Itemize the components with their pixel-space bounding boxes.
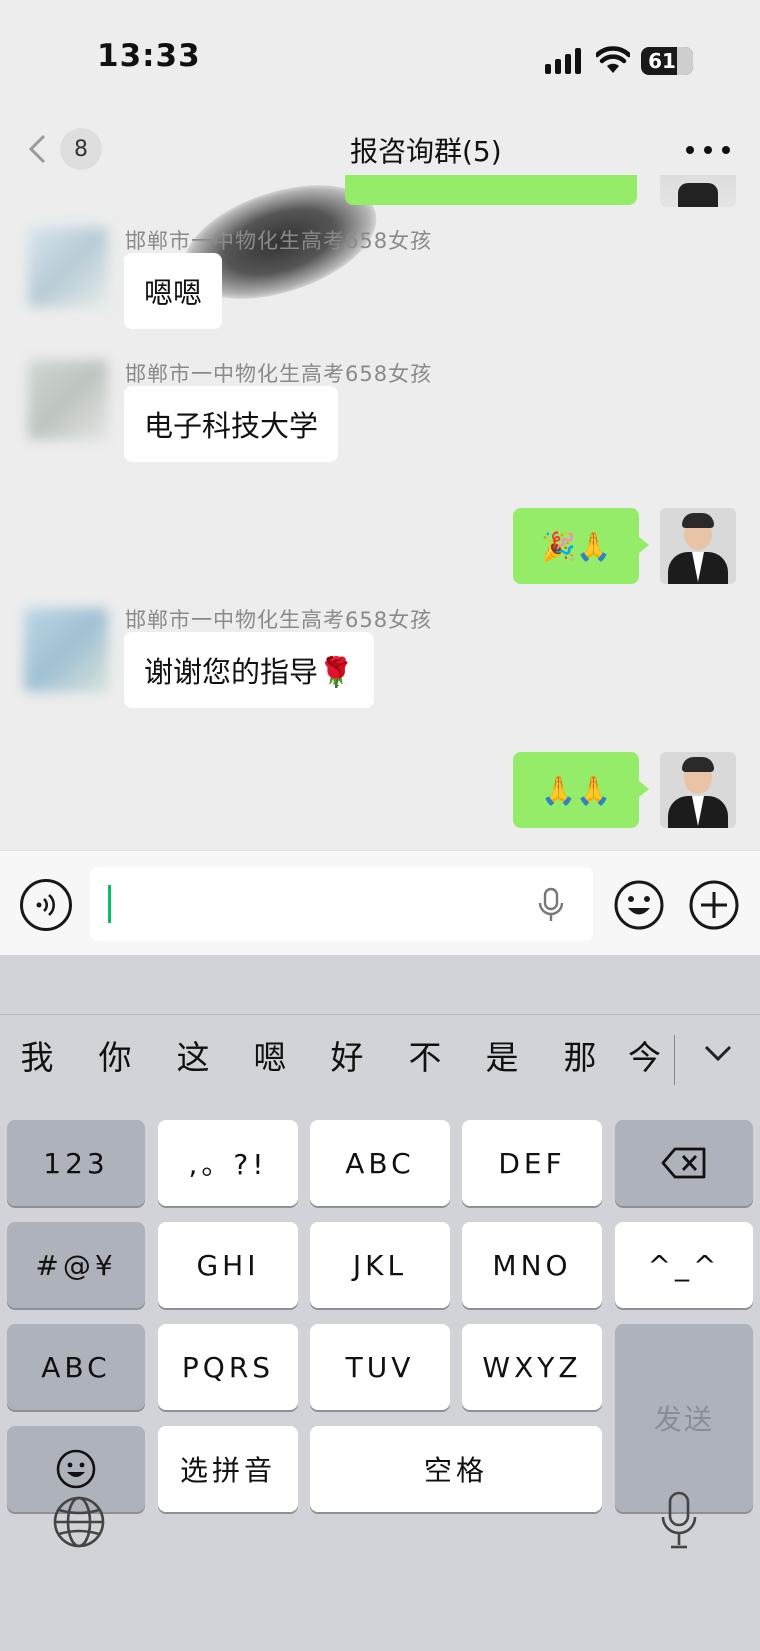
keyboard-toolbar	[0, 955, 760, 1015]
candidate-word[interactable]: 是	[473, 1015, 531, 1095]
more-dot	[704, 146, 712, 154]
key-123[interactable]: 123	[7, 1120, 145, 1206]
send-key[interactable]: 发送	[615, 1324, 753, 1512]
incoming-bubble[interactable]: 嗯嗯	[124, 253, 223, 329]
candidate-divider	[674, 1035, 675, 1085]
sender-name: 邯郸市一中物化生高考658女孩	[125, 229, 433, 253]
candidate-word[interactable]: 你	[86, 1015, 144, 1095]
more-functions-button[interactable]	[688, 879, 740, 931]
incoming-bubble[interactable]: 谢谢您的指导🌹	[124, 632, 375, 708]
sender-avatar[interactable]	[28, 227, 108, 307]
key-abc[interactable]: ABC	[310, 1120, 450, 1206]
text-caret	[108, 885, 111, 923]
key-mno[interactable]: MNO	[462, 1222, 602, 1308]
outgoing-bubble[interactable]: 🎉🙏	[513, 508, 649, 584]
more-dot	[686, 146, 694, 154]
message-list[interactable]: 邯郸市一中物化生高考658女孩 嗯嗯 邯郸市一中物化生高考658女孩 电子科技大…	[0, 175, 760, 850]
my-avatar[interactable]	[660, 175, 736, 207]
emoji-icon	[56, 1449, 96, 1489]
back-button[interactable]: 8	[28, 124, 108, 174]
key-symbols[interactable]: #@¥	[7, 1222, 145, 1308]
candidate-word[interactable]: 今	[628, 1015, 674, 1095]
chat-title: 报咨询群(5)	[350, 135, 502, 168]
sender-avatar[interactable]	[28, 360, 108, 440]
unread-badge: 8	[60, 128, 102, 170]
input-bar	[0, 850, 760, 955]
candidate-bar: 我 你 这 嗯 好 不 是 那 今	[0, 1015, 760, 1095]
key-wxyz[interactable]: WXYZ	[462, 1324, 602, 1410]
backspace-icon	[661, 1147, 706, 1179]
status-bar: 13:33 61	[0, 0, 760, 112]
keyboard: 我 你 这 嗯 好 不 是 那 今 123 ,。?! ABC DEF #@¥ G…	[0, 955, 760, 1651]
my-avatar[interactable]	[660, 508, 736, 584]
chevron-down-icon[interactable]	[696, 1031, 740, 1075]
key-jkl[interactable]: JKL	[310, 1222, 450, 1308]
key-ghi[interactable]: GHI	[158, 1222, 298, 1308]
key-tuv[interactable]: TUV	[310, 1324, 450, 1410]
battery-indicator: 61	[641, 47, 693, 75]
more-options-button[interactable]	[686, 132, 730, 168]
candidate-word[interactable]: 好	[318, 1015, 376, 1095]
voice-mode-button[interactable]	[20, 879, 72, 931]
candidate-word[interactable]: 这	[164, 1015, 222, 1095]
wifi-icon	[596, 46, 630, 73]
emoji-button[interactable]	[613, 879, 665, 931]
candidate-word[interactable]: 我	[8, 1015, 66, 1095]
candidate-word[interactable]: 那	[551, 1015, 609, 1095]
chevron-left-icon	[28, 134, 46, 164]
previous-outgoing-bubble[interactable]	[345, 175, 637, 205]
sender-name: 邯郸市一中物化生高考658女孩	[125, 608, 433, 632]
candidate-word[interactable]: 不	[396, 1015, 454, 1095]
candidate-word[interactable]: 嗯	[241, 1015, 299, 1095]
key-punctuation[interactable]: ,。?!	[158, 1120, 298, 1206]
dictation-microphone-icon[interactable]	[660, 1491, 698, 1551]
voice-wave-icon	[36, 894, 55, 916]
message-input[interactable]	[90, 867, 593, 941]
sender-name: 邯郸市一中物化生高考658女孩	[125, 362, 433, 386]
battery-level: 61	[648, 49, 676, 73]
my-avatar[interactable]	[660, 752, 736, 828]
globe-icon[interactable]	[52, 1495, 106, 1549]
key-select-pinyin[interactable]: 选拼音	[158, 1426, 298, 1512]
cellular-signal-icon	[545, 48, 581, 74]
microphone-icon[interactable]	[537, 887, 565, 923]
key-emoticon[interactable]: ^_^	[615, 1222, 753, 1308]
backspace-key[interactable]	[615, 1120, 753, 1206]
key-def[interactable]: DEF	[462, 1120, 602, 1206]
more-dot	[722, 146, 730, 154]
outgoing-bubble[interactable]: 🙏🙏	[513, 752, 649, 828]
sender-avatar[interactable]	[24, 608, 108, 692]
incoming-bubble[interactable]: 电子科技大学	[124, 386, 339, 462]
key-pqrs[interactable]: PQRS	[158, 1324, 298, 1410]
key-abc-switch[interactable]: ABC	[7, 1324, 145, 1410]
space-key[interactable]: 空格	[310, 1426, 602, 1512]
status-time: 13:33	[97, 38, 201, 74]
